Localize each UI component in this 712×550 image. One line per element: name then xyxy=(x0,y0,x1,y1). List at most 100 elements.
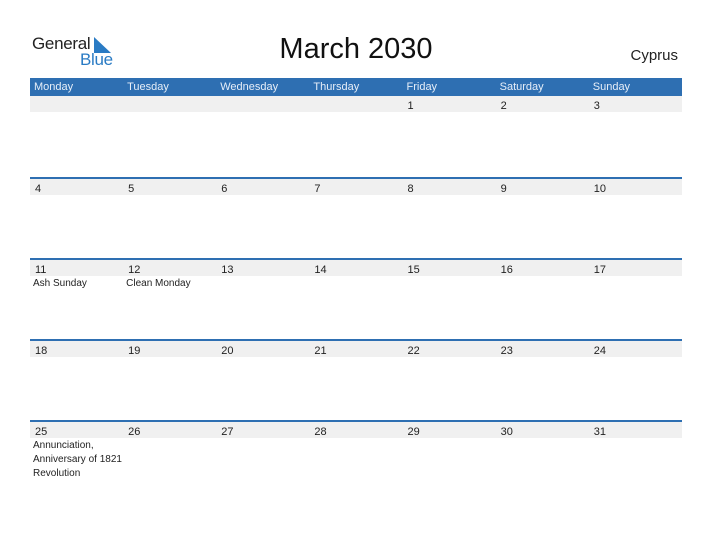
events-row xyxy=(30,195,682,196)
day-number: 4 xyxy=(35,183,42,195)
holiday-label xyxy=(216,438,309,481)
day-cell: 8 xyxy=(403,179,496,195)
date-strip: 25 26 27 28 29 30 31 xyxy=(30,422,682,438)
day-number: 26 xyxy=(128,426,141,438)
day-number: 2 xyxy=(500,100,507,112)
day-cell: 21 xyxy=(309,341,402,357)
day-number: 14 xyxy=(314,264,327,276)
day-cell: 16 xyxy=(496,260,589,276)
day-cell: 10 xyxy=(589,179,682,195)
holiday-label xyxy=(309,276,402,291)
day-cell: 11 xyxy=(30,260,123,276)
events-row: Ash Sunday Clean Monday xyxy=(30,276,682,291)
calendar-title: March 2030 xyxy=(279,33,433,65)
day-cell: 20 xyxy=(216,341,309,357)
day-number: 28 xyxy=(314,426,327,438)
calendar-grid: Monday Tuesday Wednesday Thursday Friday… xyxy=(30,78,682,501)
holiday-label xyxy=(496,276,589,291)
day-cell: 29 xyxy=(403,422,496,438)
weekday-header: Monday xyxy=(34,81,74,93)
day-cell: 12 xyxy=(123,260,216,276)
date-strip: 18 19 20 21 22 23 24 xyxy=(30,341,682,357)
holiday-label xyxy=(309,195,402,196)
day-cell: 26 xyxy=(123,422,216,438)
day-cell: 17 xyxy=(589,260,682,276)
holiday-label xyxy=(123,195,216,196)
events-row: Annunciation, Anniversary of 1821 Revolu… xyxy=(30,438,682,481)
day-cell: 19 xyxy=(123,341,216,357)
day-number: 1 xyxy=(407,100,414,112)
day-cell: 27 xyxy=(216,422,309,438)
day-cell: 24 xyxy=(589,341,682,357)
holiday-label xyxy=(589,112,682,113)
holiday-label: Ash Sunday xyxy=(33,278,87,289)
day-number: 10 xyxy=(593,183,606,195)
date-strip: 1 2 3 xyxy=(30,96,682,112)
day-number: 27 xyxy=(221,426,234,438)
day-number: 25 xyxy=(35,426,48,438)
day-number: 9 xyxy=(500,183,507,195)
holiday-label xyxy=(216,112,309,113)
holiday-label xyxy=(216,357,309,358)
country-label: Cyprus xyxy=(630,47,678,64)
weekday-header: Wednesday xyxy=(220,81,279,93)
weekday-header-row: Monday Tuesday Wednesday Thursday Friday… xyxy=(30,78,682,96)
day-cell: 25 xyxy=(30,422,123,438)
holiday-label xyxy=(309,357,402,358)
day-cell: 13 xyxy=(216,260,309,276)
week-row: 18 19 20 21 22 23 24 xyxy=(30,339,682,420)
events-row xyxy=(30,357,682,358)
day-number: 23 xyxy=(500,345,513,357)
day-cell xyxy=(30,96,123,112)
day-number: 29 xyxy=(407,426,420,438)
holiday-label xyxy=(123,357,216,358)
holiday-label xyxy=(589,438,682,481)
day-number: 31 xyxy=(593,426,606,438)
events-row xyxy=(30,112,682,113)
day-cell: 1 xyxy=(403,96,496,112)
day-number: 17 xyxy=(593,264,606,276)
day-number: 24 xyxy=(593,345,606,357)
day-cell: 30 xyxy=(496,422,589,438)
day-number: 18 xyxy=(35,345,48,357)
day-cell: 15 xyxy=(403,260,496,276)
weekday-header: Friday xyxy=(406,81,438,93)
day-number: 5 xyxy=(128,183,135,195)
weeks-container: 1 2 3 4 5 6 7 8 9 10 11 12 13 14 15 16 17 Ash Sunday Clean… xyxy=(30,96,682,501)
holiday-label xyxy=(496,357,589,358)
holiday-label xyxy=(496,195,589,196)
day-cell: 9 xyxy=(496,179,589,195)
day-cell: 22 xyxy=(403,341,496,357)
holiday-label xyxy=(309,438,402,481)
holiday-label xyxy=(30,357,123,358)
day-number: 8 xyxy=(407,183,414,195)
holiday-label xyxy=(123,438,216,481)
weekday-header: Saturday xyxy=(499,81,544,93)
day-cell: 23 xyxy=(496,341,589,357)
day-number: 11 xyxy=(35,264,47,276)
holiday-label xyxy=(496,112,589,113)
date-strip: 11 12 13 14 15 16 17 xyxy=(30,260,682,276)
holiday-label xyxy=(403,276,496,291)
holiday-label xyxy=(123,112,216,113)
holiday-label xyxy=(496,438,589,481)
day-cell xyxy=(216,96,309,112)
day-cell xyxy=(309,96,402,112)
week-row: 25 26 27 28 29 30 31 Annunciation, Anniversary … xyxy=(30,420,682,501)
holiday-label xyxy=(403,112,496,113)
day-number: 21 xyxy=(314,345,327,357)
day-cell: 4 xyxy=(30,179,123,195)
holiday-label xyxy=(216,195,309,196)
week-row: 1 2 3 xyxy=(30,96,682,177)
day-cell: 28 xyxy=(309,422,402,438)
holiday-label xyxy=(403,438,496,481)
day-number: 13 xyxy=(221,264,234,276)
weekday-header: Sunday xyxy=(592,81,631,93)
day-cell: 7 xyxy=(309,179,402,195)
date-strip: 4 5 6 7 8 9 10 xyxy=(30,179,682,195)
holiday-label: Annunciation, Anniversary of 1821 Revolu… xyxy=(33,440,122,479)
day-number: 22 xyxy=(407,345,420,357)
holiday-label xyxy=(30,195,123,196)
holiday-label xyxy=(589,195,682,196)
day-number: 7 xyxy=(314,183,321,195)
